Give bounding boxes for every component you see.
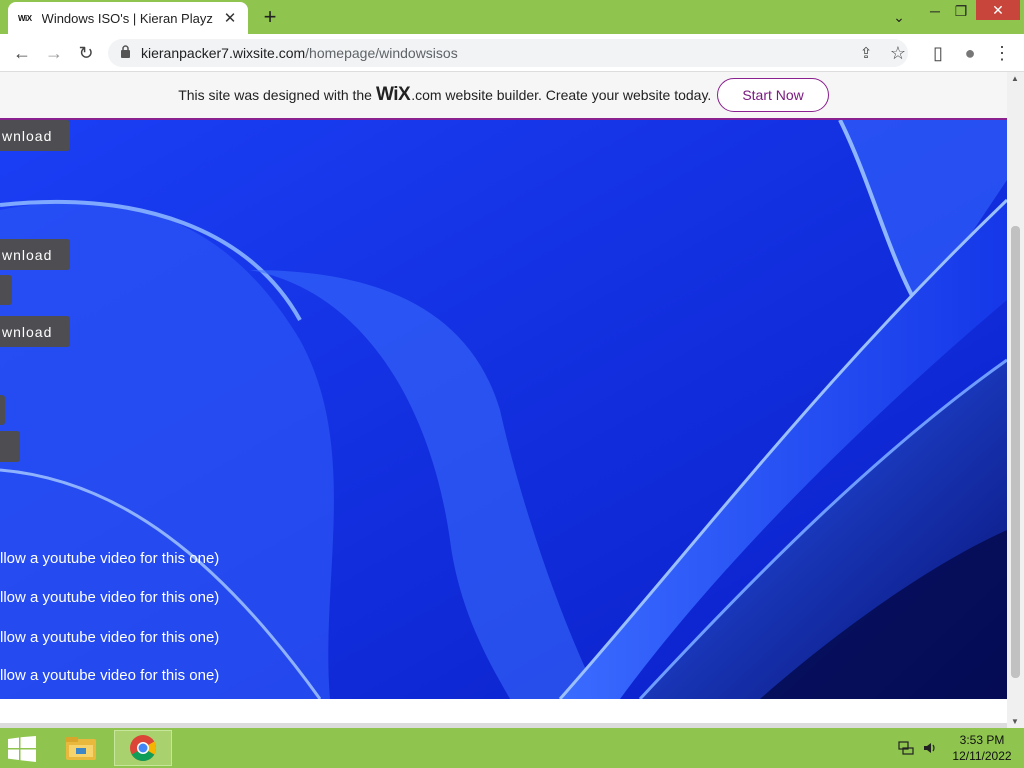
lock-icon[interactable]: [120, 45, 131, 61]
address-bar[interactable]: kieranpacker7.wixsite.com/homepage/windo…: [108, 39, 908, 67]
button-edge[interactable]: [0, 395, 5, 425]
scrollbar-thumb[interactable]: [1011, 226, 1020, 678]
tab-title: Windows ISO's | Kieran Playz: [41, 10, 213, 26]
forward-button[interactable]: →: [42, 41, 66, 65]
button-edge[interactable]: [0, 275, 12, 305]
start-now-button[interactable]: Start Now: [717, 78, 829, 112]
wix-banner-text-after: .com website builder. Create your websit…: [411, 87, 712, 103]
share-icon[interactable]: ⇪: [854, 41, 878, 65]
browser-menu-icon[interactable]: ⋮: [990, 41, 1014, 65]
profile-avatar-icon[interactable]: ●: [958, 41, 982, 65]
wix-favicon-icon: WiX: [18, 13, 32, 23]
window-close-button[interactable]: ✕: [976, 0, 1020, 20]
tab-close-icon[interactable]: ✕: [222, 9, 238, 27]
network-icon[interactable]: [898, 728, 914, 768]
wix-banner-text-before: This site was designed with the: [178, 87, 372, 103]
video-note-1: llow a youtube video for this one): [0, 550, 220, 567]
windows-start-icon[interactable]: [8, 736, 36, 762]
file-explorer-icon[interactable]: [52, 730, 110, 766]
windows-bloom-wallpaper: [0, 120, 1007, 699]
url-path: /homepage/windowsisos: [305, 45, 458, 61]
scroll-up-arrow-icon[interactable]: ▲: [1011, 74, 1019, 83]
wix-logo: WiX: [375, 84, 411, 105]
chrome-icon[interactable]: [114, 730, 172, 766]
new-tab-button[interactable]: +: [258, 5, 282, 29]
video-note-2: llow a youtube video for this one): [0, 589, 220, 606]
video-note-3: llow a youtube video for this one): [0, 629, 220, 646]
minimize-button[interactable]: ─: [922, 0, 948, 22]
reload-button[interactable]: ↻: [74, 41, 98, 65]
restore-button[interactable]: ❐: [948, 0, 974, 22]
wix-banner: This site was designed with the WiX .com…: [0, 72, 1007, 120]
page-viewport: This site was designed with the WiX .com…: [0, 72, 1007, 723]
tab-search-chevron-icon[interactable]: ⌄: [886, 6, 912, 28]
browser-tab[interactable]: WiX Windows ISO's | Kieran Playz ✕: [8, 2, 248, 34]
hero-background: wnload wnload wnload llow a youtube vide…: [0, 120, 1007, 699]
video-note-4: llow a youtube video for this one): [0, 667, 220, 684]
bookmark-star-icon[interactable]: ☆: [886, 41, 910, 65]
browser-toolbar: ← → ↻ kieranpacker7.wixsite.com/homepage…: [0, 34, 1024, 72]
tab-strip: WiX Windows ISO's | Kieran Playz ✕ + ⌄ ─…: [0, 0, 1024, 34]
clock-time: 3:53 PM: [959, 733, 1005, 747]
side-panel-icon[interactable]: ▯: [926, 41, 950, 65]
system-clock[interactable]: 3:53 PM 12/11/2022: [948, 732, 1016, 764]
clock-date: 12/11/2022: [952, 749, 1012, 763]
volume-icon[interactable]: [922, 728, 938, 768]
download-button-1[interactable]: wnload: [0, 120, 70, 151]
scroll-down-arrow-icon[interactable]: ▼: [1011, 717, 1019, 726]
windows-taskbar: 3:53 PM 12/11/2022: [0, 728, 1024, 768]
button-edge[interactable]: [0, 431, 20, 462]
url-host: kieranpacker7.wixsite.com: [141, 45, 306, 61]
download-button-2[interactable]: wnload: [0, 239, 70, 270]
vertical-scrollbar[interactable]: ▲ ▼: [1007, 72, 1024, 728]
back-button[interactable]: ←: [10, 41, 34, 65]
download-button-3[interactable]: wnload: [0, 316, 70, 347]
